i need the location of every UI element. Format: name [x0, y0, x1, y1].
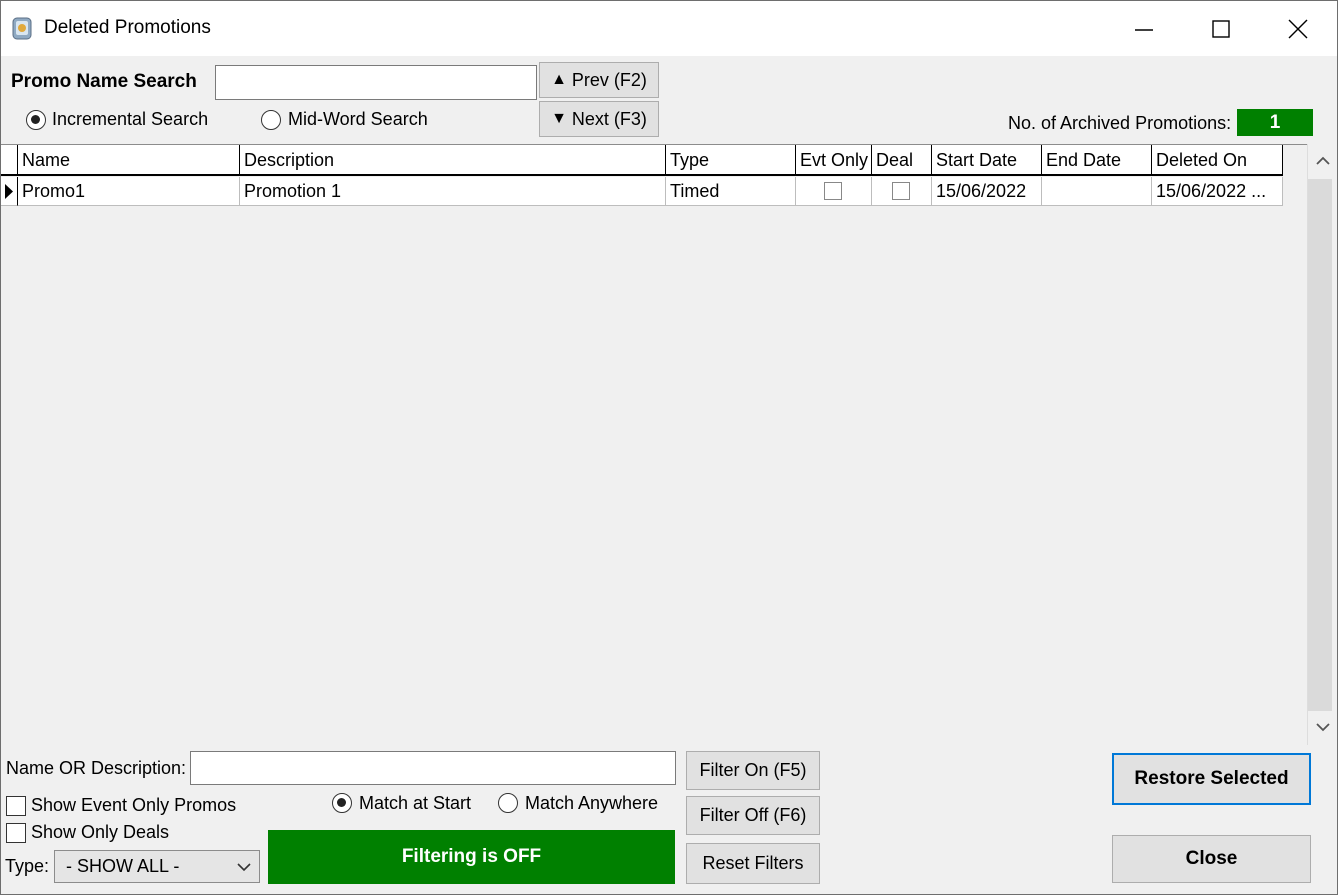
- name-or-description-label: Name OR Description:: [6, 758, 187, 778]
- match-anywhere-radio[interactable]: [498, 793, 518, 813]
- cell-end-date[interactable]: [1042, 177, 1152, 206]
- incremental-search-label: Incremental Search: [52, 109, 209, 129]
- deal-checkbox[interactable]: [892, 182, 910, 200]
- evt-only-checkbox[interactable]: [824, 182, 842, 200]
- filter-status-banner: Filtering is OFF: [268, 830, 675, 884]
- next-button[interactable]: ▼ Next (F3): [539, 101, 659, 137]
- cell-deal[interactable]: [872, 177, 932, 206]
- cell-start-date[interactable]: 15/06/2022: [932, 177, 1042, 206]
- match-anywhere-label: Match Anywhere: [525, 793, 659, 813]
- mid-word-search-label: Mid-Word Search: [288, 109, 428, 129]
- column-header-start-date[interactable]: Start Date: [932, 145, 1042, 176]
- title-bar: Deleted Promotions: [1, 1, 1337, 56]
- filter-off-button[interactable]: Filter Off (F6): [686, 796, 820, 835]
- next-button-label: Next (F3): [571, 108, 647, 129]
- prev-button[interactable]: ▲ Prev (F2): [539, 62, 659, 98]
- current-row-arrow-icon: [5, 184, 13, 199]
- name-or-description-input[interactable]: [190, 751, 676, 785]
- match-at-start-radio[interactable]: [332, 793, 352, 813]
- cell-name[interactable]: Promo1: [18, 177, 240, 206]
- show-only-deals-checkbox[interactable]: [6, 823, 26, 843]
- type-label: Type:: [5, 856, 50, 876]
- mid-word-search-radio[interactable]: [261, 110, 281, 130]
- incremental-search-radio[interactable]: [26, 110, 46, 130]
- archived-count-value: 1: [1237, 109, 1313, 136]
- column-header-type[interactable]: Type: [666, 145, 796, 176]
- show-event-only-checkbox[interactable]: [6, 796, 26, 816]
- type-dropdown-value: - SHOW ALL -: [66, 856, 180, 876]
- show-only-deals-label: Show Only Deals: [31, 822, 170, 842]
- minimize-button[interactable]: [1105, 1, 1183, 56]
- cell-deleted-on[interactable]: 15/06/2022 ...: [1152, 177, 1283, 206]
- archived-count-label: No. of Archived Promotions:: [1008, 113, 1232, 133]
- scroll-down-icon: [1316, 723, 1330, 732]
- prev-button-label: Prev (F2): [571, 69, 647, 90]
- close-window-button[interactable]: [1259, 1, 1337, 56]
- filter-on-button[interactable]: Filter On (F5): [686, 751, 820, 790]
- column-header-evt-only[interactable]: Evt Only: [796, 145, 872, 176]
- match-at-start-label: Match at Start: [359, 793, 472, 813]
- column-header-deleted-on[interactable]: Deleted On: [1152, 145, 1283, 176]
- maximize-icon: [1212, 19, 1230, 38]
- promo-name-search-label: Promo Name Search: [11, 71, 197, 92]
- show-event-only-label: Show Event Only Promos: [31, 795, 237, 815]
- close-button[interactable]: Close: [1112, 835, 1311, 883]
- scroll-up-icon: [1316, 156, 1330, 165]
- column-header-name[interactable]: Name: [18, 145, 240, 176]
- column-header-end-date[interactable]: End Date: [1042, 145, 1152, 176]
- column-header-deal[interactable]: Deal: [872, 145, 932, 176]
- cell-type[interactable]: Timed: [666, 177, 796, 206]
- down-triangle-icon: ▼: [551, 110, 567, 127]
- scrollbar-thumb[interactable]: [1308, 179, 1332, 711]
- cell-description[interactable]: Promotion 1: [240, 177, 666, 206]
- cell-evt-only[interactable]: [796, 177, 872, 206]
- type-dropdown[interactable]: - SHOW ALL -: [54, 850, 260, 883]
- chevron-down-icon: [237, 863, 251, 872]
- row-selector[interactable]: [1, 177, 18, 206]
- minimize-icon: [1135, 28, 1153, 31]
- app-icon: [9, 15, 35, 41]
- deleted-promotions-window: Deleted Promotions Promo Name Search ▲ P…: [0, 0, 1338, 895]
- maximize-button[interactable]: [1182, 1, 1260, 56]
- row-header-corner: [1, 145, 18, 176]
- up-triangle-icon: ▲: [551, 71, 567, 88]
- column-header-description[interactable]: Description: [240, 145, 666, 176]
- reset-filters-button[interactable]: Reset Filters: [686, 843, 820, 884]
- restore-selected-button[interactable]: Restore Selected: [1112, 753, 1311, 805]
- window-title: Deleted Promotions: [44, 17, 211, 38]
- promo-name-search-input[interactable]: [215, 65, 537, 100]
- promotions-grid: Name Description Type Evt Only Deal Star…: [1, 144, 1307, 745]
- close-icon: [1288, 19, 1308, 38]
